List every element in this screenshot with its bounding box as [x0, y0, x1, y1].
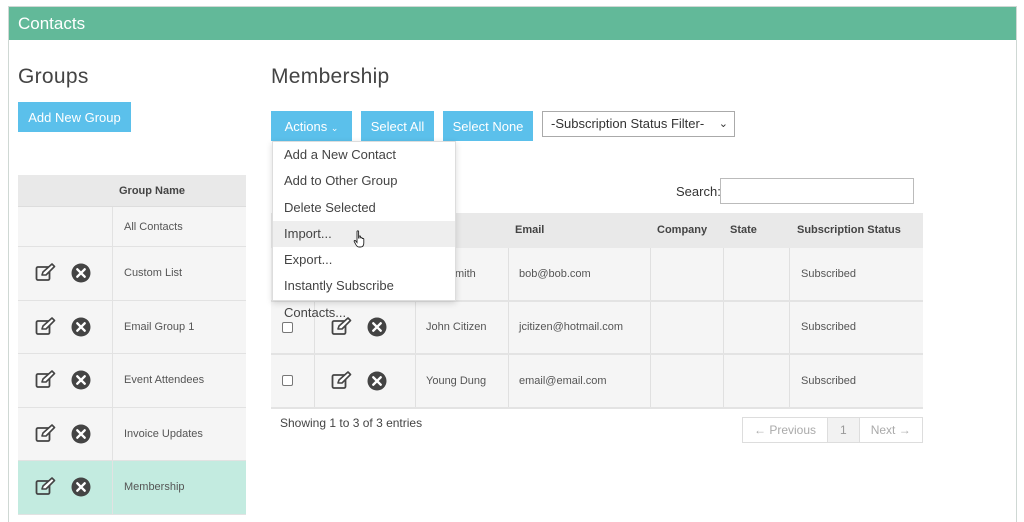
table-row[interactable]: Young Dung email@email.com Subscribed [271, 355, 923, 409]
table-info: Showing 1 to 3 of 3 entries [280, 416, 423, 430]
group-name[interactable]: Custom List [124, 247, 182, 300]
delete-icon[interactable] [367, 371, 387, 391]
group-row[interactable]: Custom List [18, 247, 246, 301]
column-divider [415, 355, 416, 407]
column-divider [112, 247, 113, 300]
select-none-button[interactable]: Select None [443, 111, 533, 141]
subscription-status: Subscribed [801, 374, 857, 387]
page-1-button[interactable]: 1 [828, 418, 860, 442]
column-divider [789, 355, 790, 407]
contact-name: Young Dung [426, 374, 487, 387]
groups-heading: Groups [18, 65, 89, 88]
column-divider [723, 301, 724, 353]
delete-icon[interactable] [71, 477, 91, 497]
group-name[interactable]: All Contacts [124, 207, 183, 246]
column-divider [723, 355, 724, 407]
edit-icon[interactable] [35, 370, 57, 390]
chevron-down-icon: ⌄ [330, 122, 339, 133]
delete-icon[interactable] [71, 370, 91, 390]
hand-pointer-icon [353, 230, 365, 248]
group-row[interactable]: Email Group 1 [18, 300, 246, 354]
group-row-actions [35, 316, 91, 337]
column-divider [508, 301, 509, 353]
delete-icon[interactable] [71, 424, 91, 444]
menu-item-add-new-contact[interactable]: Add a New Contact [273, 142, 455, 168]
group-row[interactable]: Membership [18, 461, 246, 515]
actions-button[interactable]: Actions ⌄ [271, 111, 352, 141]
membership-heading: Membership [271, 65, 390, 88]
edit-icon[interactable] [35, 423, 57, 444]
subscription-status-filter[interactable]: -Subscription Status Filter- ⌄ [542, 111, 735, 137]
panel-title: Contacts [9, 7, 1016, 40]
group-row[interactable]: Event Attendees [18, 354, 246, 408]
contact-name: mith [455, 267, 476, 280]
row-checkbox[interactable] [282, 375, 293, 387]
column-email[interactable]: Email [515, 224, 544, 236]
group-name[interactable]: Invoice Updates [124, 408, 203, 461]
row-checkbox-cell [282, 355, 293, 407]
column-divider [650, 355, 651, 407]
column-divider [508, 355, 509, 407]
group-name[interactable]: Event Attendees [124, 354, 204, 407]
edit-icon[interactable] [35, 316, 57, 337]
column-divider [789, 301, 790, 353]
column-subscription-status[interactable]: Subscription Status [797, 224, 901, 236]
edit-icon[interactable] [35, 477, 57, 497]
group-row[interactable]: All Contacts [18, 207, 246, 247]
menu-item-export[interactable]: Export... [273, 247, 455, 273]
delete-icon[interactable] [71, 317, 91, 337]
column-divider [723, 248, 724, 300]
groups-table: Group Name All Contacts Custom List Email … [18, 175, 246, 515]
pagination: ← Previous 1 Next → [742, 417, 923, 443]
group-row-actions [35, 423, 91, 444]
filter-selected-value: -Subscription Status Filter- [551, 116, 705, 131]
select-all-button[interactable]: Select All [361, 111, 434, 141]
column-divider [112, 354, 113, 407]
column-divider [112, 407, 113, 460]
add-new-group-button[interactable]: Add New Group [18, 102, 131, 132]
chevron-down-icon: ⌄ [718, 118, 728, 130]
row-actions [331, 355, 387, 407]
contact-name: John Citizen [426, 321, 487, 334]
contact-email: bob@bob.com [519, 267, 591, 280]
column-divider [112, 300, 113, 353]
column-divider [314, 355, 315, 407]
column-divider [415, 301, 416, 353]
group-name[interactable]: Email Group 1 [124, 301, 194, 354]
column-divider [112, 207, 113, 246]
edit-icon[interactable] [35, 263, 57, 283]
subscription-status: Subscribed [801, 321, 857, 334]
contacts-panel: Contacts Groups Add New Group Group Name… [8, 6, 1017, 522]
column-divider [508, 248, 509, 300]
column-divider [650, 248, 651, 300]
contact-email: jcitizen@hotmail.com [519, 321, 624, 334]
search-label: Search: [676, 184, 721, 199]
subscription-status: Subscribed [801, 267, 857, 280]
column-divider [112, 461, 113, 514]
group-name[interactable]: Membership [124, 461, 185, 514]
next-page-button[interactable]: Next → [860, 418, 922, 442]
group-row-actions [35, 263, 91, 283]
actions-label: Actions [284, 118, 328, 134]
group-row-actions [35, 370, 91, 390]
contact-email: email@email.com [519, 374, 607, 387]
menu-item-instantly-subscribe[interactable]: Instantly Subscribe Contacts... [273, 273, 455, 319]
column-divider [650, 301, 651, 353]
previous-page-button[interactable]: ← Previous [743, 418, 829, 442]
search-input[interactable] [720, 178, 914, 204]
column-state[interactable]: State [730, 224, 757, 236]
menu-item-delete-selected[interactable]: Delete Selected [273, 195, 455, 221]
delete-icon[interactable] [71, 263, 91, 283]
column-divider [789, 248, 790, 300]
column-company[interactable]: Company [657, 224, 707, 236]
edit-icon[interactable] [331, 370, 353, 391]
group-row-actions [35, 477, 91, 497]
actions-menu: Add a New Contact Add to Other Group Del… [272, 141, 456, 320]
table-row[interactable]: John Citizen jcitizen@hotmail.com Subscrib… [271, 301, 923, 355]
menu-item-add-to-other-group[interactable]: Add to Other Group [273, 168, 455, 194]
group-name-header[interactable]: Group Name [18, 175, 246, 207]
delete-icon[interactable] [367, 317, 387, 337]
group-row[interactable]: Invoice Updates [18, 407, 246, 461]
